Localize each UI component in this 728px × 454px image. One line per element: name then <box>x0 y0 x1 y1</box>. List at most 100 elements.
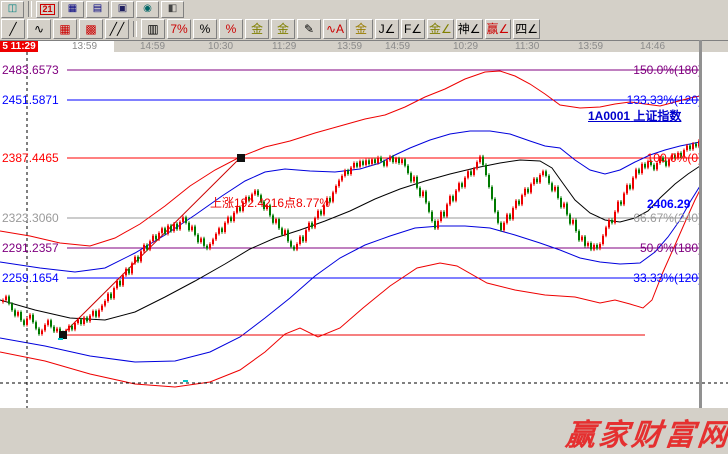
candle-body <box>356 163 358 167</box>
price-axis-label: 2259.1654 <box>2 272 59 284</box>
candle-body <box>104 301 106 306</box>
f-angle-line-icon[interactable]: F∠ <box>401 19 425 39</box>
data-table-icon[interactable]: ▦ <box>61 1 84 18</box>
screen-switch-icon: ◫ <box>8 4 17 14</box>
candle-body <box>218 228 220 234</box>
candle-body <box>374 159 376 163</box>
candle-body <box>56 329 58 332</box>
parallel-lines-icon[interactable]: ╱╱ <box>105 19 129 39</box>
symbol-code: 1A0001 <box>588 109 630 123</box>
annotate-brush-icon[interactable]: ✎ <box>297 19 321 39</box>
calendar-21-icon[interactable]: 21 <box>36 1 59 18</box>
capture-icon[interactable]: ◧ <box>161 1 184 18</box>
candle-body <box>560 198 562 207</box>
golden-section-icon[interactable]: 金 <box>271 19 295 39</box>
gann-box-icon: ▩ <box>85 23 96 35</box>
candle-body <box>140 251 142 261</box>
lower-band-blue <box>0 186 700 362</box>
candle-body <box>686 146 688 151</box>
candle-body <box>557 187 559 198</box>
candle-body <box>449 196 451 204</box>
price-axis-label: 2483.6573 <box>2 64 59 76</box>
percent-tool-icon[interactable]: % <box>193 19 217 39</box>
percentage-label: 66.67%(240) <box>633 212 702 224</box>
si-angle-line-icon[interactable]: 四∠ <box>513 19 540 39</box>
candle-body <box>503 223 505 230</box>
volume-bars-icon[interactable]: ▥ <box>141 19 165 39</box>
candle-body <box>386 160 388 166</box>
candle-body <box>182 217 184 222</box>
candle-body <box>566 204 568 215</box>
editor-icon[interactable]: ▤ <box>86 1 109 18</box>
candle-body <box>200 238 202 242</box>
candle-body <box>473 169 475 175</box>
candle-body <box>164 228 166 234</box>
wave-tool-icon[interactable]: ∿A <box>323 19 347 39</box>
candle-body <box>362 161 364 165</box>
candle-body <box>305 230 307 241</box>
main-toolbar: ◫ 21▦▤ ▣ ◉◧ <box>0 0 728 19</box>
change-percent-tool-icon[interactable]: 7% <box>167 19 191 39</box>
candle-body <box>287 230 289 241</box>
candle-body <box>485 165 487 175</box>
candle-body <box>284 230 286 235</box>
cyan-crosshair-tick <box>183 380 188 382</box>
drawing-toolbar: ╱∿▦▩╱╱▥7%%%金金✎∿A金J∠F∠金∠神∠赢∠四∠ <box>0 18 728 40</box>
trendline-tool-icon[interactable]: ╱ <box>1 19 25 39</box>
candle-body <box>86 318 88 322</box>
percent-line-tool-icon[interactable]: % <box>219 19 243 39</box>
save-icon[interactable]: ▣ <box>111 1 134 18</box>
candle-body <box>695 144 697 147</box>
candle-body <box>644 164 646 168</box>
j-angle-line-icon[interactable]: J∠ <box>375 19 399 39</box>
candle-body <box>143 245 145 251</box>
candle-body <box>491 187 493 199</box>
golden-circle-icon[interactable]: 金 <box>245 19 269 39</box>
golden-section-icon: 金 <box>277 23 289 35</box>
candle-body <box>554 187 556 191</box>
symbol-title: 1A0001 上证指数 <box>588 107 681 124</box>
candle-body <box>179 222 181 229</box>
candle-body <box>536 179 538 183</box>
candle-body <box>593 245 595 250</box>
pane-splitter[interactable] <box>699 40 702 408</box>
percentage-label: 150.0%(180) <box>633 64 702 76</box>
price-axis-label: 2323.3060 <box>2 212 59 224</box>
candle-body <box>38 329 40 335</box>
candle-body <box>68 326 70 331</box>
jin-angle-line-icon[interactable]: 金∠ <box>427 19 454 39</box>
candle-body <box>482 157 484 165</box>
candle-body <box>341 176 343 181</box>
candle-body <box>11 304 13 310</box>
ying-angle-line-icon[interactable]: 赢∠ <box>485 19 512 39</box>
candle-body <box>515 201 517 208</box>
zigzag-tool-icon[interactable]: ∿ <box>27 19 51 39</box>
candle-body <box>638 170 640 174</box>
candle-body <box>425 192 427 203</box>
candlestick-chart-panel[interactable]: 2483.6573150.0%(180)2451.5871133.33%(120… <box>0 52 728 408</box>
candle-body <box>83 318 85 324</box>
candle-body <box>191 227 193 231</box>
chart-canvas[interactable] <box>0 52 728 408</box>
candle-body <box>185 217 187 223</box>
save-icon: ▣ <box>118 4 127 14</box>
candle-body <box>152 236 154 242</box>
screen-switch-icon[interactable]: ◫ <box>1 1 24 18</box>
percentage-label: 33.33%(120) <box>633 272 702 284</box>
candle-body <box>206 246 208 249</box>
candle-body <box>317 211 319 218</box>
candle-body <box>455 191 457 201</box>
candle-body <box>500 223 502 230</box>
candle-body <box>299 237 301 244</box>
candle-body <box>311 223 313 228</box>
gold-line-icon[interactable]: 金 <box>349 19 373 39</box>
gann-grid-icon[interactable]: ▦ <box>53 19 77 39</box>
candle-body <box>635 170 637 178</box>
percentage-label: 100.0%(0) <box>647 152 702 164</box>
web-icon[interactable]: ◉ <box>136 1 159 18</box>
shen-angle-line-icon[interactable]: 神∠ <box>456 19 483 39</box>
candle-body <box>50 320 52 326</box>
price-axis-label: 2387.4465 <box>2 152 59 164</box>
gann-box-icon[interactable]: ▩ <box>79 19 103 39</box>
candle-body <box>344 170 346 176</box>
